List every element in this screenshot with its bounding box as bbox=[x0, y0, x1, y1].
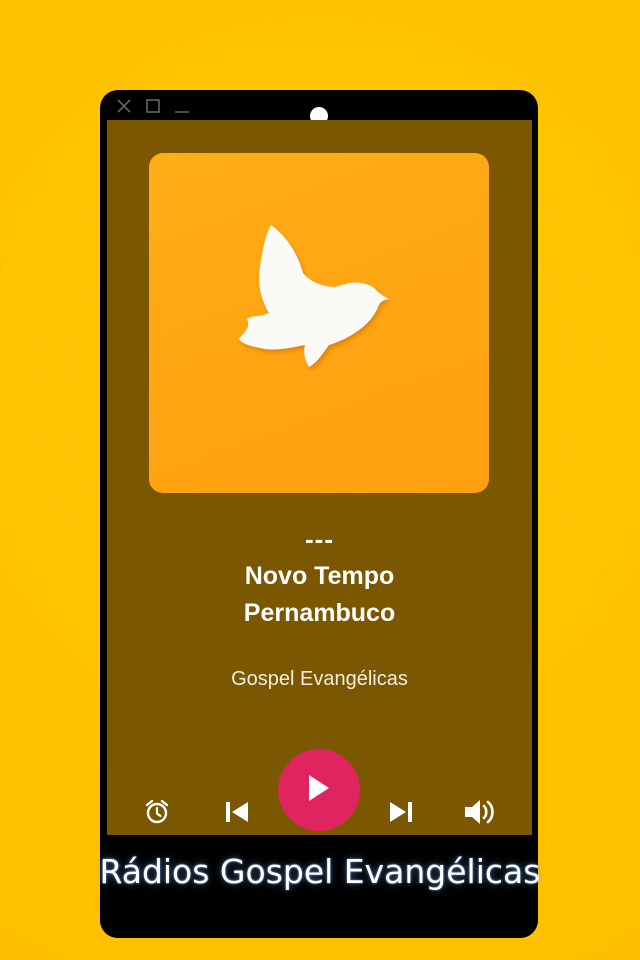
phone-frame: --- Novo Tempo Pernambuco Gospel Evangél… bbox=[100, 90, 538, 938]
play-button[interactable] bbox=[278, 749, 360, 831]
volume-icon[interactable] bbox=[463, 796, 497, 828]
maximize-icon[interactable] bbox=[145, 98, 161, 114]
promo-caption: Rádios Gospel Evangélicas bbox=[99, 852, 541, 891]
minimize-icon[interactable] bbox=[174, 98, 190, 114]
skip-previous-icon[interactable] bbox=[223, 799, 251, 825]
playback-controls bbox=[107, 120, 532, 835]
alarm-icon[interactable] bbox=[143, 798, 171, 826]
play-icon bbox=[305, 773, 333, 807]
skip-next-icon[interactable] bbox=[387, 799, 415, 825]
close-icon[interactable] bbox=[116, 98, 132, 114]
player-screen: --- Novo Tempo Pernambuco Gospel Evangél… bbox=[107, 120, 532, 835]
